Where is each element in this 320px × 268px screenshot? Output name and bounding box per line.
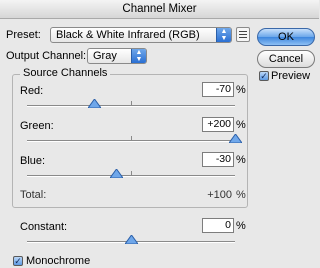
- window-title: Channel Mixer: [0, 0, 319, 19]
- blue-value-field[interactable]: -30: [202, 152, 234, 167]
- blue-unit: %: [236, 154, 246, 166]
- constant-slider-thumb[interactable]: [125, 235, 138, 244]
- green-unit: %: [236, 119, 246, 131]
- green-slider-thumb[interactable]: [229, 134, 242, 143]
- output-channel-select[interactable]: Gray ▲ ▼: [87, 48, 147, 64]
- red-unit: %: [236, 84, 246, 96]
- constant-label: Constant:: [20, 221, 68, 233]
- monochrome-label: Monochrome: [26, 255, 91, 267]
- list-menu-icon[interactable]: [236, 27, 250, 42]
- monochrome-checkbox[interactable]: ✓: [13, 256, 23, 266]
- total-label: Total:: [20, 189, 47, 201]
- green-value-field[interactable]: +200: [202, 117, 234, 132]
- output-channel-value: Gray: [93, 50, 117, 62]
- preset-label: Preset:: [6, 29, 41, 41]
- preset-select[interactable]: Black & White Infrared (RGB) ▲ ▼: [50, 27, 232, 43]
- cancel-button[interactable]: Cancel: [257, 50, 315, 68]
- total-unit: %: [236, 189, 246, 201]
- constant-value-field[interactable]: 0: [202, 218, 234, 233]
- green-slider-center-tick: [131, 136, 132, 141]
- blue-label: Blue:: [20, 155, 46, 167]
- chevron-updown-icon: ▲ ▼: [216, 28, 231, 42]
- source-channels-title: Source Channels: [20, 67, 111, 79]
- red-label: Red:: [20, 85, 44, 97]
- blue-slider-thumb[interactable]: [110, 169, 123, 178]
- preview-checkbox[interactable]: ✓: [259, 71, 269, 81]
- chevron-updown-icon: ▲ ▼: [131, 49, 146, 63]
- constant-unit: %: [236, 220, 246, 232]
- output-channel-label: Output Channel:: [6, 50, 87, 62]
- total-value: +100: [207, 189, 232, 201]
- red-slider-thumb[interactable]: [88, 99, 101, 108]
- ok-button[interactable]: OK: [257, 28, 315, 46]
- blue-slider-center-tick: [131, 171, 132, 176]
- preset-value: Black & White Infrared (RGB): [56, 29, 200, 41]
- red-value-field[interactable]: -70: [202, 82, 234, 97]
- green-label: Green:: [20, 120, 54, 132]
- preview-label: Preview: [271, 70, 311, 82]
- red-slider-center-tick: [131, 101, 132, 106]
